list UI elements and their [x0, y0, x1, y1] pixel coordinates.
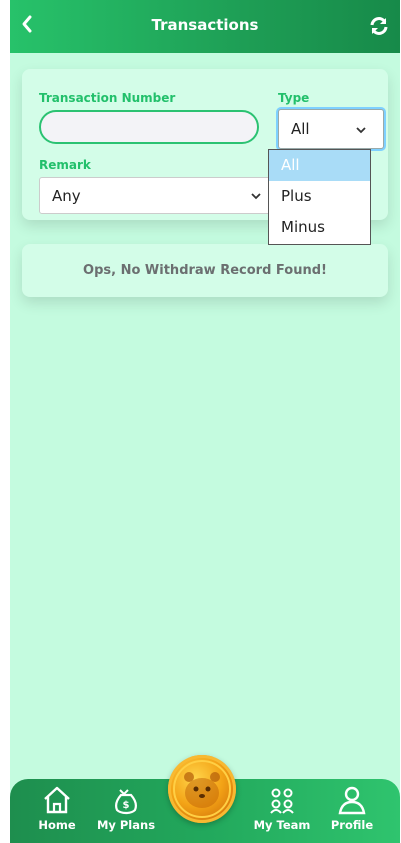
app-screen: Transactions Transaction Number Type All…	[10, 0, 400, 843]
page-title: Transactions	[151, 16, 259, 34]
remark-selected-value: Any	[52, 187, 81, 205]
refresh-button[interactable]	[368, 15, 390, 37]
type-dropdown-menu: All Plus Minus	[268, 149, 371, 245]
nav-home[interactable]: Home	[25, 785, 89, 837]
type-option-all[interactable]: All	[269, 150, 370, 181]
type-label: Type	[278, 91, 310, 105]
nav-my-team[interactable]: My Team	[250, 785, 314, 837]
transaction-number-input[interactable]	[39, 110, 259, 144]
type-option-plus[interactable]: Plus	[269, 181, 370, 212]
user-icon	[338, 786, 366, 815]
remark-select[interactable]: Any	[39, 177, 279, 214]
nav-my-plans-label: My Plans	[96, 818, 156, 832]
chevron-down-icon	[251, 193, 261, 200]
type-select[interactable]: All	[278, 109, 384, 149]
remark-label: Remark	[39, 158, 91, 172]
hamster-coin-icon	[173, 760, 231, 818]
money-bag-icon: $	[115, 789, 137, 815]
svg-text:$: $	[123, 800, 130, 811]
type-option-minus[interactable]: Minus	[269, 212, 370, 243]
team-icon	[270, 788, 294, 814]
nav-my-team-label: My Team	[253, 818, 311, 832]
type-selected-value: All	[291, 120, 310, 138]
empty-state-message: Ops, No Withdraw Record Found!	[22, 244, 388, 297]
nav-profile[interactable]: Profile	[320, 785, 384, 837]
transaction-number-label: Transaction Number	[39, 91, 176, 105]
header-bar: Transactions	[10, 0, 400, 53]
home-icon	[44, 786, 70, 814]
nav-my-plans[interactable]: $ My Plans	[94, 785, 158, 837]
nav-home-label: Home	[38, 818, 76, 832]
refresh-icon	[370, 17, 388, 35]
nav-profile-label: Profile	[330, 818, 374, 832]
center-coin-button[interactable]	[168, 755, 236, 823]
chevron-down-icon	[356, 127, 366, 134]
